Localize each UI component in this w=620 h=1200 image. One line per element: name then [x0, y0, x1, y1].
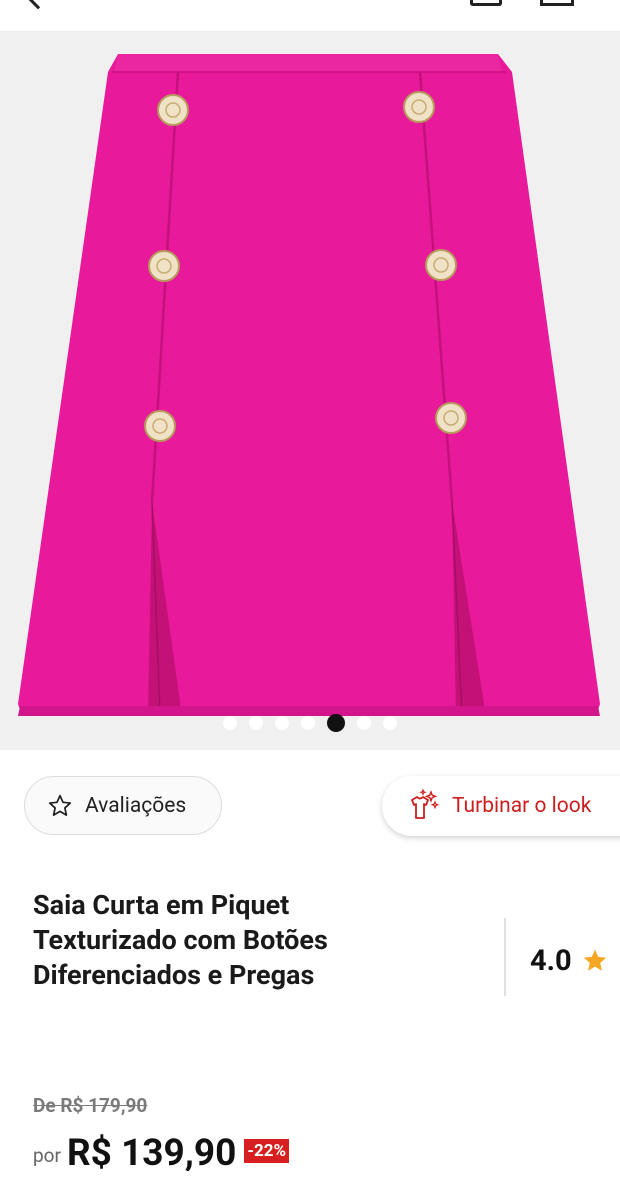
sparkle-shirt-icon: [411, 788, 440, 819]
price-row: por R$ 139,90 -22%: [33, 1132, 290, 1175]
star-icon: [583, 949, 606, 971]
carousel-dot[interactable]: [223, 716, 237, 730]
star-outline-icon: [48, 794, 72, 816]
rating-value: 4.0: [530, 944, 572, 978]
top-bar: [0, 0, 620, 32]
carousel-dot[interactable]: [301, 716, 315, 730]
reviews-label: Avaliações: [85, 793, 187, 818]
product-image: [18, 54, 600, 717]
bag-icon[interactable]: [470, 0, 502, 6]
original-price: De R$ 179,90: [33, 1094, 148, 1117]
back-arrow-icon[interactable]: [26, 0, 50, 10]
reviews-button[interactable]: Avaliações: [24, 776, 222, 835]
current-price: R$ 139,90: [66, 1132, 237, 1175]
turbinar-look-label: Turbinar o look: [452, 794, 592, 818]
carousel-dot[interactable]: [275, 716, 289, 730]
divider: [504, 918, 506, 996]
share-icon[interactable]: [540, 0, 574, 6]
carousel-dot-active[interactable]: [327, 714, 345, 732]
product-title: Saia Curta em Piquet Texturizado com Bot…: [33, 889, 328, 991]
product-image-carousel[interactable]: [0, 32, 620, 750]
carousel-indicator: [0, 714, 620, 732]
discount-badge: -22%: [244, 1139, 290, 1163]
turbinar-look-button[interactable]: Turbinar o look: [382, 776, 620, 836]
carousel-dot[interactable]: [383, 716, 397, 730]
product-rating[interactable]: 4.0: [530, 944, 608, 978]
carousel-dot[interactable]: [357, 716, 371, 730]
price-prefix: por: [33, 1144, 61, 1167]
carousel-dot[interactable]: [249, 716, 263, 730]
